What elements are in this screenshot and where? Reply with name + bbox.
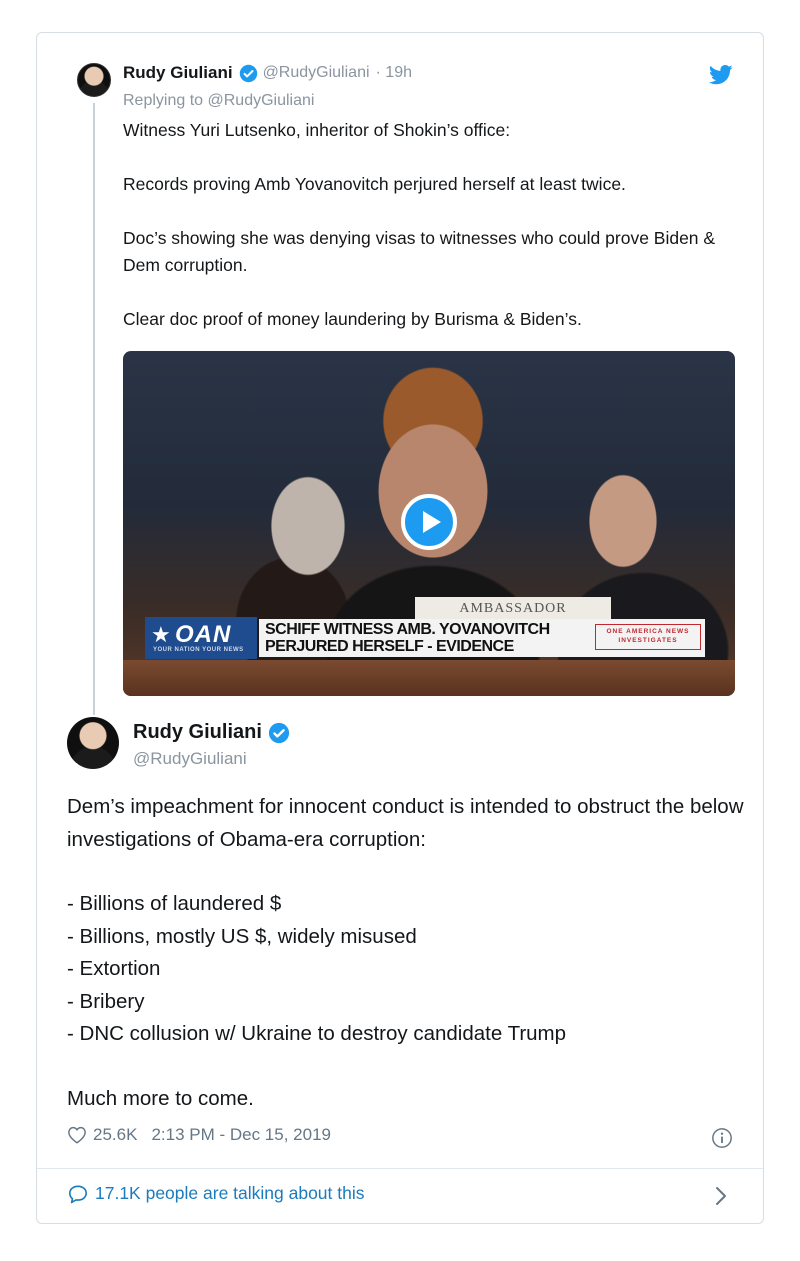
play-icon[interactable] (401, 494, 457, 550)
main-tweet-text: Dem’s impeachment for innocent conduct i… (67, 791, 747, 1115)
list-item: - Billions of laundered $ (67, 892, 282, 915)
heart-icon[interactable] (67, 1126, 87, 1144)
speech-bubble-icon (69, 1184, 87, 1203)
chyron-badge: ONE AMERICA NEWS INVESTIGATES (595, 624, 701, 650)
reply-header: Rudy Giuliani @RudyGiuliani · 19h (123, 63, 412, 83)
verified-badge-icon (268, 722, 290, 744)
footer-divider (37, 1168, 763, 1169)
replying-to-handle-link[interactable]: @RudyGiuliani (208, 92, 315, 109)
main-author-name-row: Rudy Giuliani (133, 721, 295, 744)
reply-paragraph: Records proving Amb Yovanovitch perjured… (123, 174, 626, 194)
main-tweet-closing: Much more to come. (67, 1086, 254, 1110)
like-count[interactable]: 25.6K (93, 1125, 137, 1145)
main-tweet-list: - Billions of laundered $ - Billions, mo… (67, 888, 747, 1051)
oan-star-icon: ★ (151, 622, 172, 647)
tweet-timestamp[interactable]: 2:13 PM - Dec 15, 2019 (151, 1125, 331, 1145)
reply-author-name[interactable]: Rudy Giuliani (123, 63, 233, 83)
info-icon[interactable] (711, 1127, 733, 1149)
reply-paragraph: Witness Yuri Lutsenko, inheritor of Shok… (123, 120, 511, 140)
verified-badge-icon (239, 64, 258, 83)
embedded-video[interactable]: AMBASSADOR ★ OAN YOUR NATION YOUR NEWS S… (123, 351, 735, 696)
main-tweet-intro: Dem’s impeachment for innocent conduct i… (67, 795, 744, 851)
conversation-link[interactable]: 17.1K people are talking about this (67, 1183, 365, 1204)
main-author-avatar[interactable] (67, 717, 119, 769)
reply-tweet-text: Witness Yuri Lutsenko, inheritor of Shok… (123, 117, 743, 360)
chevron-right-icon[interactable] (715, 1186, 727, 1206)
reply-paragraph: Clear doc proof of money laundering by B… (123, 309, 582, 329)
replying-to-label: Replying to (123, 92, 204, 109)
twitter-bird-icon[interactable] (709, 65, 733, 85)
list-item: - Billions, mostly US $, widely misused (67, 924, 417, 948)
reply-timestamp[interactable]: · 19h (376, 64, 412, 82)
list-item: - Bribery (67, 989, 145, 1013)
thread-connector-line (93, 103, 95, 715)
oan-logo: ★ OAN YOUR NATION YOUR NEWS (145, 617, 257, 659)
video-lower-third: ★ OAN YOUR NATION YOUR NEWS SCHIFF WITNE… (145, 617, 705, 659)
oan-logo-text: OAN (175, 621, 232, 648)
list-item: - DNC collusion w/ Ukraine to destroy ca… (67, 1022, 567, 1045)
main-author-name[interactable]: Rudy Giuliani (133, 721, 262, 744)
conversation-link-label[interactable]: 17.1K people are talking about this (95, 1183, 365, 1204)
oan-logo-tagline: YOUR NATION YOUR NEWS (153, 647, 244, 653)
replying-to: Replying to @RudyGiuliani (123, 92, 314, 110)
reply-author-handle[interactable]: @RudyGiuliani (263, 64, 370, 82)
main-author-handle[interactable]: @RudyGiuliani (133, 749, 247, 769)
tweet-meta: 25.6K 2:13 PM - Dec 15, 2019 (67, 1125, 331, 1145)
video-desk-backdrop (123, 660, 735, 696)
tweet-embed-card: Rudy Giuliani @RudyGiuliani · 19h Replyi… (36, 32, 764, 1224)
list-item: - Extortion (67, 957, 161, 980)
video-chyron: SCHIFF WITNESS AMB. YOVANOVITCH PERJURED… (259, 619, 705, 657)
reply-author-avatar[interactable] (77, 63, 111, 97)
reply-paragraph: Doc’s showing she was denying visas to w… (123, 228, 716, 275)
